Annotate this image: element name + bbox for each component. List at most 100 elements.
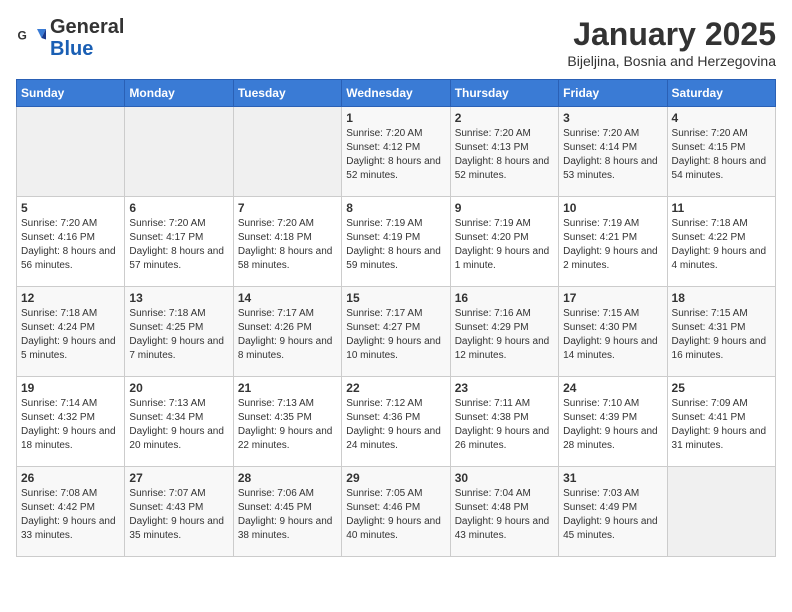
calendar-cell: 23 Sunrise: 7:11 AM Sunset: 4:38 PM Dayli… bbox=[450, 377, 558, 467]
day-info: Sunrise: 7:19 AM Sunset: 4:19 PM Dayligh… bbox=[346, 217, 445, 273]
day-number: 12 bbox=[21, 291, 120, 305]
day-info: Sunrise: 7:20 AM Sunset: 4:17 PM Dayligh… bbox=[129, 217, 228, 273]
day-number: 3 bbox=[563, 111, 662, 125]
weekday-header: Friday bbox=[559, 80, 667, 107]
calendar-cell: 26 Sunrise: 7:08 AM Sunset: 4:42 PM Dayli… bbox=[17, 467, 125, 557]
day-info: Sunrise: 7:10 AM Sunset: 4:39 PM Dayligh… bbox=[563, 397, 662, 453]
day-info: Sunrise: 7:11 AM Sunset: 4:38 PM Dayligh… bbox=[455, 397, 554, 453]
calendar-cell: 14Sunrise: 7:17 AM Sunset: 4:26 PM Dayli… bbox=[233, 287, 341, 377]
calendar-cell: 7 Sunrise: 7:20 AM Sunset: 4:18 PM Daylig… bbox=[233, 197, 341, 287]
calendar-week-row: 5 Sunrise: 7:20 AM Sunset: 4:16 PM Daylig… bbox=[17, 197, 776, 287]
day-info: Sunrise: 7:20 AM Sunset: 4:13 PM Dayligh… bbox=[455, 127, 554, 183]
day-number: 13 bbox=[129, 291, 228, 305]
day-number: 31 bbox=[563, 471, 662, 485]
calendar-cell bbox=[17, 107, 125, 197]
day-number: 27 bbox=[129, 471, 228, 485]
page-header: G General Blue January 2025 Bijeljina, B… bbox=[16, 16, 776, 69]
calendar-cell: 8 Sunrise: 7:19 AM Sunset: 4:19 PM Daylig… bbox=[342, 197, 450, 287]
location-subtitle: Bijeljina, Bosnia and Herzegovina bbox=[567, 53, 776, 69]
day-info: Sunrise: 7:04 AM Sunset: 4:48 PM Dayligh… bbox=[455, 487, 554, 543]
day-info: Sunrise: 7:14 AM Sunset: 4:32 PM Dayligh… bbox=[21, 397, 120, 453]
day-number: 9 bbox=[455, 201, 554, 215]
calendar-week-row: 12Sunrise: 7:18 AM Sunset: 4:24 PM Dayli… bbox=[17, 287, 776, 377]
day-info: Sunrise: 7:12 AM Sunset: 4:36 PM Dayligh… bbox=[346, 397, 445, 453]
logo-general: General bbox=[50, 16, 124, 38]
weekday-header: Tuesday bbox=[233, 80, 341, 107]
calendar-cell: 6Sunrise: 7:20 AM Sunset: 4:17 PM Daylig… bbox=[125, 197, 233, 287]
day-number: 15 bbox=[346, 291, 445, 305]
day-info: Sunrise: 7:13 AM Sunset: 4:34 PM Dayligh… bbox=[129, 397, 228, 453]
calendar-cell: 9 Sunrise: 7:19 AM Sunset: 4:20 PM Daylig… bbox=[450, 197, 558, 287]
calendar-cell bbox=[125, 107, 233, 197]
day-number: 22 bbox=[346, 381, 445, 395]
calendar-cell: 12Sunrise: 7:18 AM Sunset: 4:24 PM Dayli… bbox=[17, 287, 125, 377]
title-block: January 2025 Bijeljina, Bosnia and Herze… bbox=[567, 16, 776, 69]
calendar-cell: 5 Sunrise: 7:20 AM Sunset: 4:16 PM Daylig… bbox=[17, 197, 125, 287]
day-number: 25 bbox=[672, 381, 771, 395]
calendar-body: 1 Sunrise: 7:20 AM Sunset: 4:12 PM Daylig… bbox=[17, 107, 776, 557]
day-number: 17 bbox=[563, 291, 662, 305]
day-number: 21 bbox=[238, 381, 337, 395]
day-number: 23 bbox=[455, 381, 554, 395]
day-number: 28 bbox=[238, 471, 337, 485]
day-info: Sunrise: 7:13 AM Sunset: 4:35 PM Dayligh… bbox=[238, 397, 337, 453]
day-number: 11 bbox=[672, 201, 771, 215]
day-number: 14 bbox=[238, 291, 337, 305]
day-info: Sunrise: 7:08 AM Sunset: 4:42 PM Dayligh… bbox=[21, 487, 120, 543]
day-info: Sunrise: 7:19 AM Sunset: 4:21 PM Dayligh… bbox=[563, 217, 662, 273]
day-info: Sunrise: 7:20 AM Sunset: 4:12 PM Dayligh… bbox=[346, 127, 445, 183]
day-info: Sunrise: 7:20 AM Sunset: 4:18 PM Dayligh… bbox=[238, 217, 337, 273]
day-info: Sunrise: 7:03 AM Sunset: 4:49 PM Dayligh… bbox=[563, 487, 662, 543]
calendar-cell: 30 Sunrise: 7:04 AM Sunset: 4:48 PM Dayli… bbox=[450, 467, 558, 557]
calendar-cell: 28 Sunrise: 7:06 AM Sunset: 4:45 PM Dayli… bbox=[233, 467, 341, 557]
calendar-cell: 15Sunrise: 7:17 AM Sunset: 4:27 PM Dayli… bbox=[342, 287, 450, 377]
day-number: 1 bbox=[346, 111, 445, 125]
day-info: Sunrise: 7:05 AM Sunset: 4:46 PM Dayligh… bbox=[346, 487, 445, 543]
day-info: Sunrise: 7:06 AM Sunset: 4:45 PM Dayligh… bbox=[238, 487, 337, 543]
day-number: 26 bbox=[21, 471, 120, 485]
calendar-cell: 31 Sunrise: 7:03 AM Sunset: 4:49 PM Dayli… bbox=[559, 467, 667, 557]
logo: G General Blue bbox=[16, 16, 124, 60]
day-info: Sunrise: 7:16 AM Sunset: 4:29 PM Dayligh… bbox=[455, 307, 554, 363]
calendar-cell: 25Sunrise: 7:09 AM Sunset: 4:41 PM Dayli… bbox=[667, 377, 775, 467]
calendar-cell: 17Sunrise: 7:15 AM Sunset: 4:30 PM Dayli… bbox=[559, 287, 667, 377]
day-info: Sunrise: 7:20 AM Sunset: 4:16 PM Dayligh… bbox=[21, 217, 120, 273]
weekday-header: Monday bbox=[125, 80, 233, 107]
calendar-table: SundayMondayTuesdayWednesdayThursdayFrid… bbox=[16, 79, 776, 557]
calendar-cell: 3 Sunrise: 7:20 AM Sunset: 4:14 PM Daylig… bbox=[559, 107, 667, 197]
month-title: January 2025 bbox=[567, 16, 776, 53]
calendar-cell: 18 Sunrise: 7:15 AM Sunset: 4:31 PM Dayli… bbox=[667, 287, 775, 377]
day-number: 29 bbox=[346, 471, 445, 485]
svg-text:G: G bbox=[18, 29, 27, 43]
day-info: Sunrise: 7:15 AM Sunset: 4:31 PM Dayligh… bbox=[672, 307, 771, 363]
calendar-cell: 16 Sunrise: 7:16 AM Sunset: 4:29 PM Dayli… bbox=[450, 287, 558, 377]
day-info: Sunrise: 7:18 AM Sunset: 4:22 PM Dayligh… bbox=[672, 217, 771, 273]
day-info: Sunrise: 7:20 AM Sunset: 4:14 PM Dayligh… bbox=[563, 127, 662, 183]
calendar-cell: 1 Sunrise: 7:20 AM Sunset: 4:12 PM Daylig… bbox=[342, 107, 450, 197]
day-number: 30 bbox=[455, 471, 554, 485]
calendar-cell bbox=[233, 107, 341, 197]
day-number: 8 bbox=[346, 201, 445, 215]
day-info: Sunrise: 7:20 AM Sunset: 4:15 PM Dayligh… bbox=[672, 127, 771, 183]
day-number: 16 bbox=[455, 291, 554, 305]
day-number: 5 bbox=[21, 201, 120, 215]
calendar-cell bbox=[667, 467, 775, 557]
day-info: Sunrise: 7:19 AM Sunset: 4:20 PM Dayligh… bbox=[455, 217, 554, 273]
logo-icon: G bbox=[16, 23, 46, 53]
day-number: 20 bbox=[129, 381, 228, 395]
day-number: 10 bbox=[563, 201, 662, 215]
calendar-cell: 22 Sunrise: 7:12 AM Sunset: 4:36 PM Dayli… bbox=[342, 377, 450, 467]
calendar-cell: 19Sunrise: 7:14 AM Sunset: 4:32 PM Dayli… bbox=[17, 377, 125, 467]
day-number: 24 bbox=[563, 381, 662, 395]
calendar-week-row: 19Sunrise: 7:14 AM Sunset: 4:32 PM Dayli… bbox=[17, 377, 776, 467]
weekday-header: Wednesday bbox=[342, 80, 450, 107]
calendar-cell: 20 Sunrise: 7:13 AM Sunset: 4:34 PM Dayli… bbox=[125, 377, 233, 467]
calendar-cell: 10 Sunrise: 7:19 AM Sunset: 4:21 PM Dayli… bbox=[559, 197, 667, 287]
weekday-header: Thursday bbox=[450, 80, 558, 107]
day-number: 18 bbox=[672, 291, 771, 305]
calendar-week-row: 26 Sunrise: 7:08 AM Sunset: 4:42 PM Dayli… bbox=[17, 467, 776, 557]
calendar-cell: 2Sunrise: 7:20 AM Sunset: 4:13 PM Daylig… bbox=[450, 107, 558, 197]
weekday-header: Sunday bbox=[17, 80, 125, 107]
day-number: 7 bbox=[238, 201, 337, 215]
day-info: Sunrise: 7:07 AM Sunset: 4:43 PM Dayligh… bbox=[129, 487, 228, 543]
